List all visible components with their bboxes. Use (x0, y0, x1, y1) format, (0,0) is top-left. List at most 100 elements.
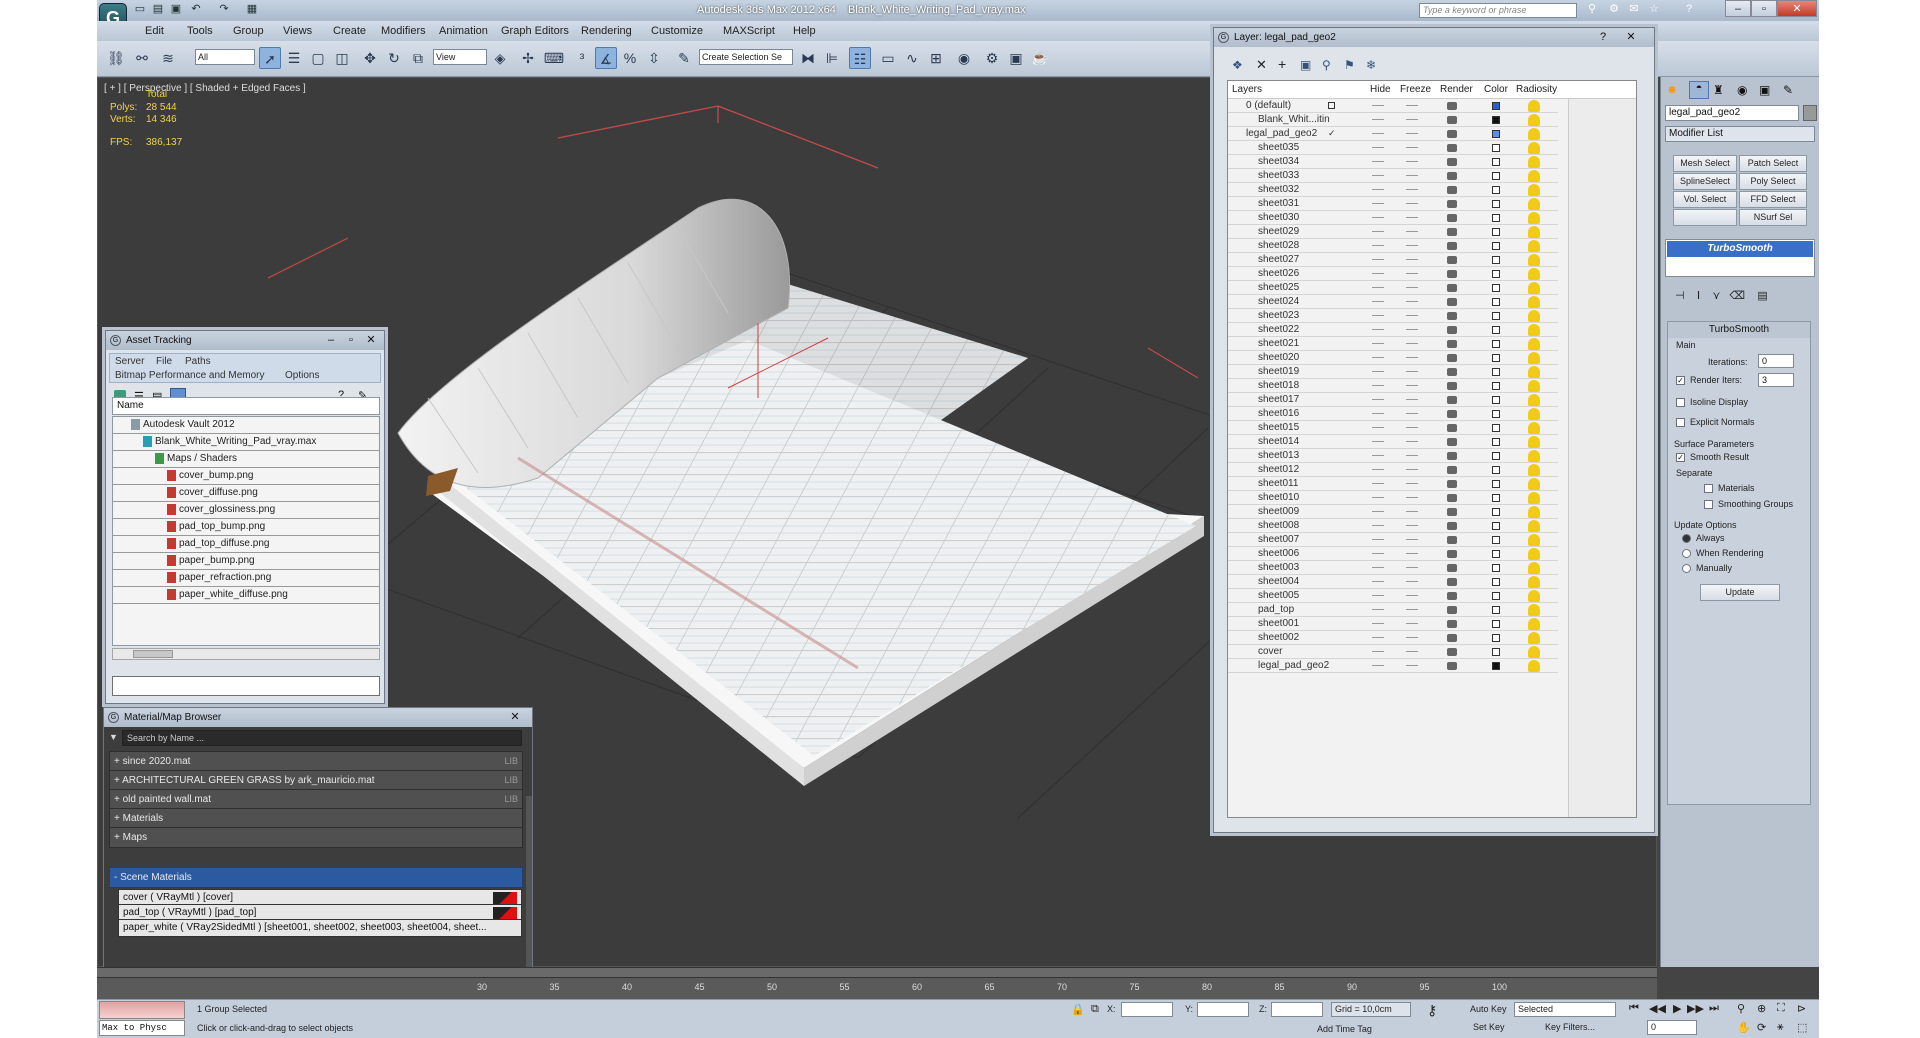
layer-close-button[interactable]: ✕ (1622, 28, 1640, 47)
layer-name[interactable]: sheet005 (1258, 589, 1299, 602)
layer-color-swatch[interactable] (1492, 648, 1500, 656)
render-teapot-icon[interactable] (1447, 466, 1457, 474)
materials-checkbox[interactable] (1704, 484, 1713, 493)
subscription-icon[interactable]: ⚙ (1607, 3, 1621, 16)
layer-color-swatch[interactable] (1492, 172, 1500, 180)
radiosity-icon[interactable] (1528, 366, 1540, 378)
render-teapot-icon[interactable] (1447, 592, 1457, 600)
radiosity-icon[interactable] (1528, 114, 1540, 126)
freeze-toggle[interactable] (1406, 231, 1418, 232)
menu-graph-editors[interactable]: Graph Editors (501, 25, 569, 37)
layer-color-swatch[interactable] (1492, 102, 1500, 110)
freeze-toggle[interactable] (1406, 455, 1418, 456)
layer-row[interactable]: sheet014 (1228, 435, 1558, 449)
radiosity-icon[interactable] (1528, 478, 1540, 490)
schematic-view-icon[interactable]: ⊞ (925, 47, 947, 69)
material-browser-close-button[interactable]: ✕ (506, 708, 524, 727)
modifier-list-dropdown[interactable]: Modifier List (1665, 126, 1815, 142)
menu-maxscript[interactable]: MAXScript (723, 25, 775, 37)
zoom-all-icon[interactable]: ⊕ (1757, 1002, 1766, 1015)
layer-name[interactable]: sheet033 (1258, 169, 1299, 182)
asset-tree-row[interactable]: Maps / Shaders (113, 451, 379, 468)
layer-row[interactable]: sheet031 (1228, 197, 1558, 211)
asset-maximize-button[interactable]: ▫ (342, 331, 360, 350)
freeze-toggle[interactable] (1406, 357, 1418, 358)
lock-selection-icon[interactable]: 🔒 (1071, 1003, 1085, 1016)
freeze-toggle[interactable] (1406, 189, 1418, 190)
layer-color-swatch[interactable] (1492, 410, 1500, 418)
freeze-toggle[interactable] (1406, 665, 1418, 666)
vol-select-button[interactable]: Vol. Select (1673, 191, 1737, 208)
hide-toggle[interactable] (1372, 623, 1384, 624)
layer-row[interactable]: sheet020 (1228, 351, 1558, 365)
hide-toggle[interactable] (1372, 497, 1384, 498)
layer-color-swatch[interactable] (1492, 200, 1500, 208)
hide-toggle[interactable] (1372, 637, 1384, 638)
radiosity-icon[interactable] (1528, 604, 1540, 616)
hide-toggle[interactable] (1372, 441, 1384, 442)
create-tab-icon[interactable]: ✸ (1667, 83, 1677, 97)
maxscript-listener-pink[interactable] (99, 1001, 185, 1019)
radiosity-icon[interactable] (1528, 660, 1540, 672)
render-teapot-icon[interactable] (1447, 102, 1457, 110)
layer-row[interactable]: cover (1228, 645, 1558, 659)
layer-name[interactable]: sheet019 (1258, 365, 1299, 378)
freeze-toggle[interactable] (1406, 371, 1418, 372)
asset-menu-server[interactable]: Server (115, 356, 144, 367)
render-teapot-icon[interactable] (1447, 662, 1457, 670)
layer-name[interactable]: sheet014 (1258, 435, 1299, 448)
hide-toggle[interactable] (1372, 483, 1384, 484)
render-teapot-icon[interactable] (1447, 550, 1457, 558)
layer-color-swatch[interactable] (1492, 508, 1500, 516)
asset-column-header[interactable]: Name (112, 397, 380, 415)
layer-name[interactable]: sheet004 (1258, 575, 1299, 588)
radiosity-icon[interactable] (1528, 352, 1540, 364)
render-teapot-icon[interactable] (1447, 424, 1457, 432)
layer-color-swatch[interactable] (1492, 130, 1500, 138)
freeze-toggle[interactable] (1406, 581, 1418, 582)
layer-name[interactable]: sheet034 (1258, 155, 1299, 168)
layer-row[interactable]: sheet008 (1228, 519, 1558, 533)
layer-color-swatch[interactable] (1492, 284, 1500, 292)
radiosity-icon[interactable] (1528, 282, 1540, 294)
layer-row[interactable]: sheet016 (1228, 407, 1558, 421)
layer-row[interactable]: sheet034 (1228, 155, 1558, 169)
mesh-select-button[interactable]: Mesh Select (1673, 155, 1737, 172)
render-teapot-icon[interactable] (1447, 340, 1457, 348)
render-teapot-icon[interactable] (1447, 242, 1457, 250)
col-freeze[interactable]: Freeze (1400, 81, 1431, 98)
layer-row[interactable]: sheet026 (1228, 267, 1558, 281)
hide-toggle[interactable] (1372, 189, 1384, 190)
show-end-result-icon[interactable]: Ⅰ (1697, 290, 1700, 302)
hide-toggle[interactable] (1372, 455, 1384, 456)
render-teapot-icon[interactable] (1447, 270, 1457, 278)
asset-tree-row[interactable]: Blank_White_Writing_Pad_vray.max (113, 434, 379, 451)
curve-editor-icon[interactable]: ∿ (901, 47, 923, 69)
layer-color-swatch[interactable] (1492, 634, 1500, 642)
render-teapot-icon[interactable] (1447, 200, 1457, 208)
layer-color-swatch[interactable] (1492, 452, 1500, 460)
align-icon[interactable]: ⊫ (821, 47, 843, 69)
set-key-button[interactable]: Set Key (1473, 1022, 1505, 1032)
next-frame-icon[interactable]: ▶▶ (1687, 1002, 1704, 1015)
render-iters-checkbox[interactable]: ✓ (1676, 376, 1685, 385)
render-teapot-icon[interactable] (1447, 452, 1457, 460)
hide-toggle[interactable] (1372, 469, 1384, 470)
hide-toggle[interactable] (1372, 133, 1384, 134)
col-layers[interactable]: Layers (1232, 81, 1262, 98)
render-teapot-icon[interactable] (1447, 326, 1457, 334)
radiosity-icon[interactable] (1528, 492, 1540, 504)
pan-view-icon[interactable]: ✋ (1737, 1021, 1751, 1034)
key-filters-button[interactable]: Key Filters... (1545, 1022, 1595, 1032)
layer-color-swatch[interactable] (1492, 312, 1500, 320)
maxscript-mini-listener[interactable]: Max to Physc (99, 1020, 185, 1036)
freeze-toggle[interactable] (1406, 301, 1418, 302)
radiosity-icon[interactable] (1528, 170, 1540, 182)
freeze-all-icon[interactable]: ❄ (1366, 58, 1376, 72)
asset-tree-row[interactable]: paper_white_diffuse.png (113, 587, 379, 604)
highlight-layer-icon[interactable]: ⚲ (1322, 58, 1331, 72)
radiosity-icon[interactable] (1528, 506, 1540, 518)
mirror-icon[interactable]: ⧓ (797, 47, 819, 69)
layer-color-swatch[interactable] (1492, 368, 1500, 376)
radiosity-icon[interactable] (1528, 100, 1540, 112)
